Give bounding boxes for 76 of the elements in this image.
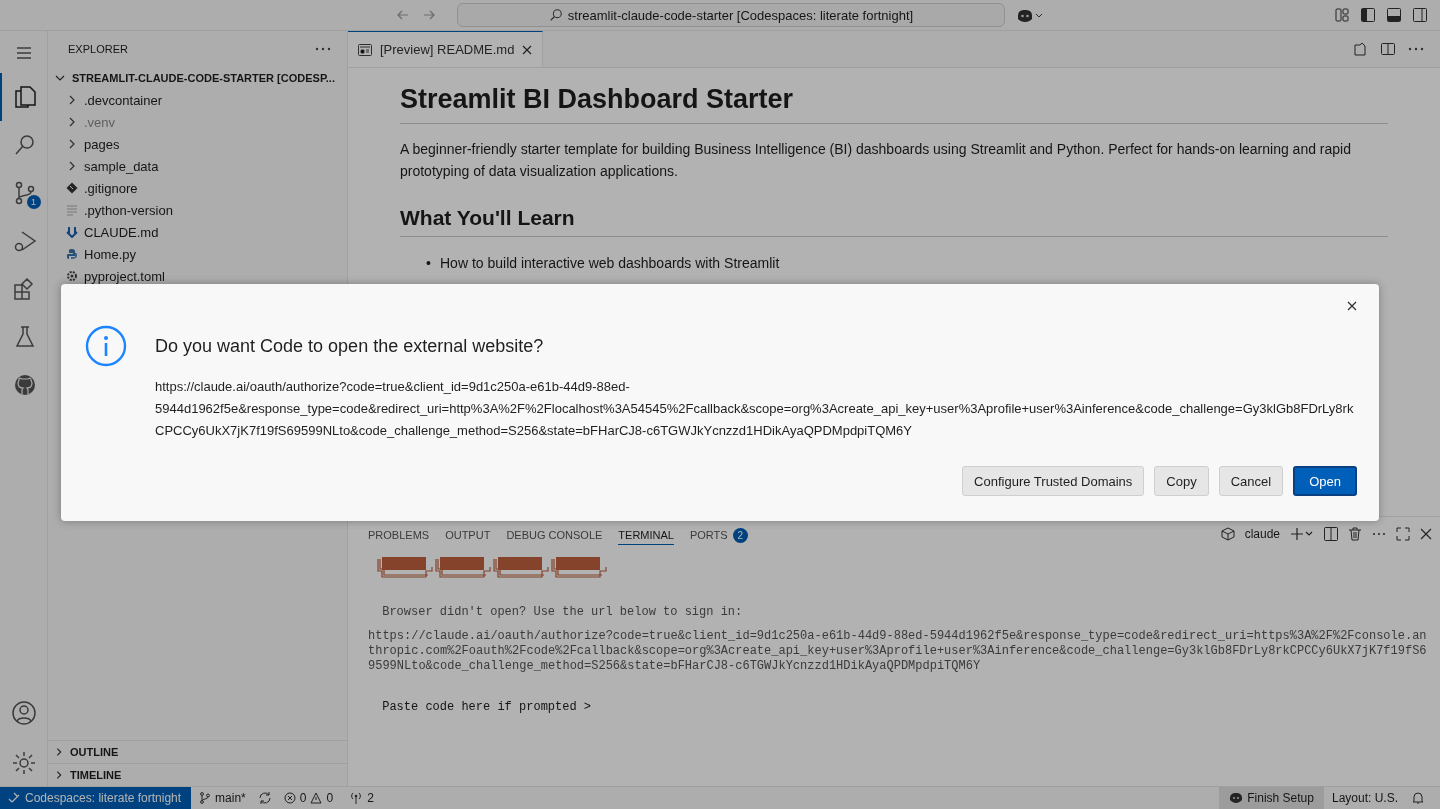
- folder-item[interactable]: sample_data: [48, 155, 347, 177]
- collapsed-section[interactable]: OUTLINE: [48, 740, 347, 763]
- file-item[interactable]: .gitignore: [48, 177, 347, 199]
- terminal-icon: [1220, 527, 1235, 541]
- terminal-name[interactable]: claude: [1244, 527, 1280, 541]
- finish-setup-button[interactable]: Finish Setup: [1219, 787, 1324, 809]
- split-editor-icon[interactable]: [1380, 41, 1396, 57]
- preview-icon: [358, 43, 372, 56]
- folder-item[interactable]: pages: [48, 133, 347, 155]
- secondary-button[interactable]: Cancel: [1218, 466, 1284, 496]
- file-item[interactable]: pyproject.toml: [48, 265, 347, 287]
- secondary-button[interactable]: Configure Trusted Domains: [962, 466, 1145, 496]
- markdown-icon: [66, 226, 78, 238]
- file-item[interactable]: .python-version: [48, 199, 347, 221]
- more-actions-icon[interactable]: [315, 47, 331, 51]
- python-icon: [66, 248, 78, 260]
- copilot-icon: [1229, 792, 1244, 804]
- warning-icon: [310, 792, 323, 804]
- folder-item[interactable]: .devcontainer: [48, 89, 347, 111]
- activity-item[interactable]: 1: [0, 169, 48, 217]
- add-icon[interactable]: [1290, 527, 1314, 541]
- dialog-url: https://claude.ai/oauth/authorize?code=true&client_id=9d1c250a-e61b-44d9-88ed-5944d1962f5e&response_type=code&redirect_uri=http%3A%2F%2Flocalhost%3A54545%2Fcallback&scope=org%3Acreate_api_key+user%3Aprofile+user%3Ainference&code_challenge=Gy3klGb8FDrLy8rkCPCCy6UkX7jK7f19fS69599NLto&code_challenge_method=S256&state=bFHarCJ8-c6TGWJkYcnzzd1HDikAyaQPDMpdpiTQM6Y: [155, 378, 1355, 440]
- info-icon: [85, 325, 127, 367]
- more-actions-icon[interactable]: [1372, 532, 1386, 536]
- bell-icon[interactable]: [1412, 791, 1424, 805]
- intro-paragraph: A beginner-friendly starter template for building Business Intelligence (BI) dashboards using Streamlit and Python. Perfect for hands-on learning and rapid prototyping of data visualization applications.: [400, 140, 1352, 181]
- file-item[interactable]: Home.py: [48, 243, 347, 265]
- count-badge: 2: [732, 527, 748, 543]
- layout-icon[interactable]: [1334, 7, 1350, 23]
- command-center-text: streamlit-claude-code-starter [Codespaces: literate fortnight]: [567, 7, 914, 23]
- copilot-icon[interactable]: [1015, 7, 1045, 23]
- dialog-title: Do you want Code to open the external website?: [155, 336, 545, 357]
- section-heading: What You'll Learn: [400, 206, 1388, 237]
- remote-icon: [8, 792, 20, 804]
- close-icon[interactable]: [1420, 528, 1432, 540]
- command-center[interactable]: streamlit-claude-code-starter [Codespaces: literate fortnight]: [457, 3, 1005, 27]
- account-icon[interactable]: [10, 700, 37, 726]
- bullet-marker: •: [426, 254, 432, 273]
- panel-tab[interactable]: PROBLEMS: [368, 523, 430, 545]
- bullet-item: How to build interactive web dashboards with Streamlit: [440, 255, 780, 271]
- text-file-icon: [66, 204, 78, 216]
- branch-indicator[interactable]: main*: [191, 791, 254, 805]
- error-icon: [283, 792, 296, 804]
- terminal-prompt: Paste code here if prompted >: [381, 700, 593, 714]
- close-icon[interactable]: [522, 44, 533, 55]
- ports-indicator[interactable]: 2: [341, 791, 382, 805]
- keyboard-layout[interactable]: Layout: U.S.: [1323, 791, 1406, 805]
- sync-icon[interactable]: [257, 791, 272, 805]
- editor-tab[interactable]: [Preview] README.md: [348, 31, 544, 67]
- git-icon: [66, 182, 78, 194]
- split-terminal-icon[interactable]: [1324, 527, 1338, 541]
- branch-icon: [199, 792, 212, 804]
- terminal-url: https://claude.ai/oauth/authorize?code=true&client_id=9d1c250a-e61b-44d9-88ed-5944d1962f5e&response_type=code&redirect_uri=https%3A%2F%2Fconsole.anthropic.com%2Foauth%2Fcode%2Fcallback&scope=org%3Acreate_api_key+user%3Aprofile+user%3Ainference&code_challenge=Gy3klGb8FDrLy8rkCPCCy6UkX7jK7f19fS69599NLto&code_challenge_method=S256&state=bFHarCJ8-c6TGWJkYcnzzd1HDikAyaQPDMpdpiTQM6Y: [368, 629, 1428, 674]
- toggle-secondary-sidebar-icon[interactable]: [1412, 7, 1428, 23]
- panel-tab[interactable]: DEBUG CONSOLE: [506, 523, 603, 545]
- problems-indicator[interactable]: 0 0: [275, 791, 342, 805]
- primary-button[interactable]: Open: [1293, 466, 1357, 496]
- file-item[interactable]: CLAUDE.md: [48, 221, 347, 243]
- remote-indicator[interactable]: Codespaces: literate fortnight: [0, 787, 192, 809]
- maximize-icon[interactable]: [1396, 527, 1410, 541]
- panel-tab[interactable]: OUTPUT: [445, 523, 491, 545]
- document-title: Streamlit BI Dashboard Starter: [400, 84, 1388, 124]
- trash-icon[interactable]: [1348, 527, 1362, 541]
- panel-tab[interactable]: PORTS 2: [689, 521, 748, 547]
- terminal-line: Browser didn't open? Use the url below to sign in:: [381, 605, 744, 619]
- toggle-panel-icon[interactable]: [1386, 7, 1402, 23]
- count-badge: 1: [26, 195, 41, 209]
- workspace-folder[interactable]: STREAMLIT-CLAUDE-CODE-STARTER [CODESP...: [48, 67, 347, 89]
- antenna-icon: [349, 792, 364, 804]
- explorer-title: EXPLORER: [68, 43, 128, 55]
- panel-tab[interactable]: TERMINAL: [618, 523, 674, 545]
- more-actions-icon[interactable]: [1408, 47, 1424, 51]
- search-icon: [548, 8, 563, 22]
- close-icon[interactable]: [1347, 301, 1357, 311]
- secondary-button[interactable]: Copy: [1154, 466, 1209, 496]
- toggle-sidebar-icon[interactable]: [1360, 7, 1376, 23]
